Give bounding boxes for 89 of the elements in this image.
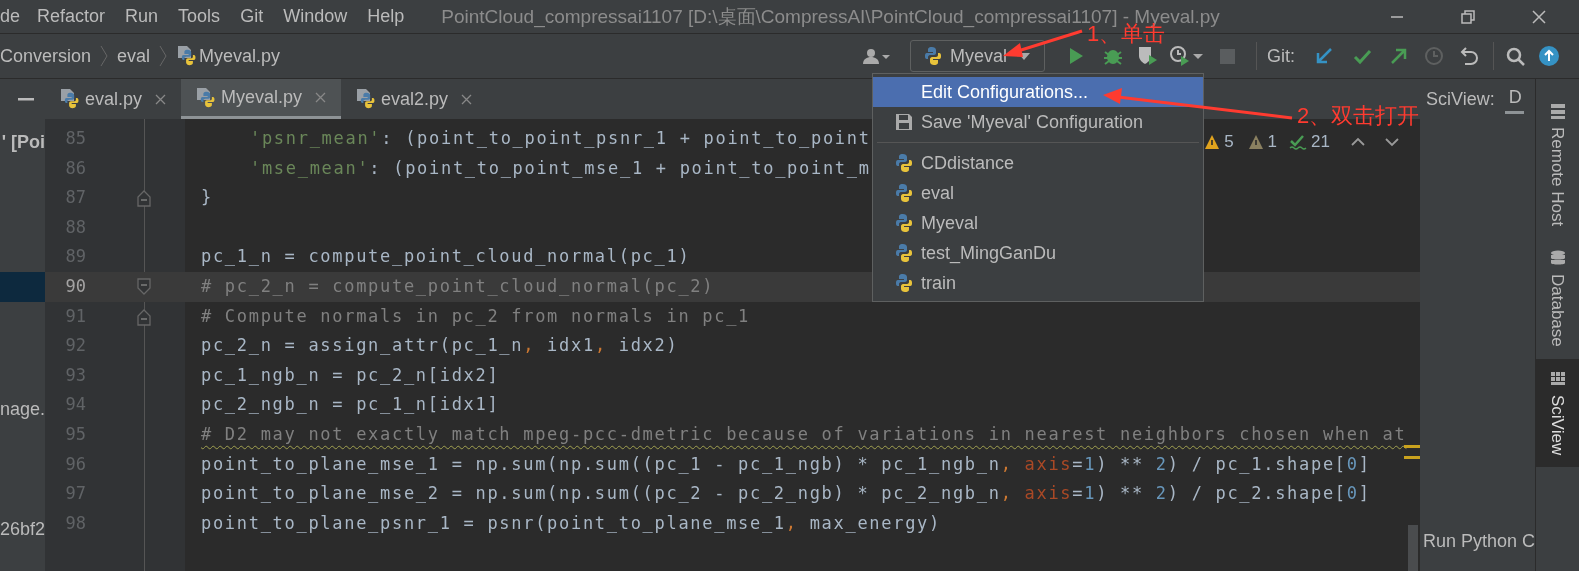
menu-item[interactable]: Refactor bbox=[37, 3, 106, 30]
menu-item[interactable]: Git bbox=[240, 3, 264, 30]
warning-count: 5 bbox=[1224, 131, 1234, 153]
typo-count: 21 bbox=[1311, 131, 1330, 153]
push-arrow-icon[interactable] bbox=[1390, 47, 1408, 65]
database-icon bbox=[1549, 250, 1566, 267]
code-line: 'psnr_mean': (point_to_point_psnr_1 + point_to_point bbox=[250, 127, 871, 151]
python-file-icon bbox=[176, 45, 197, 67]
line-number: 90 bbox=[64, 275, 86, 298]
menu-item[interactable]: Help bbox=[367, 3, 405, 30]
tree-item[interactable]: ' [Poi bbox=[0, 127, 45, 157]
menu-item[interactable]: Myeval bbox=[873, 208, 1203, 238]
grid-icon bbox=[1549, 371, 1566, 387]
python-icon bbox=[895, 153, 913, 173]
panel-tab[interactable]: D bbox=[1504, 84, 1524, 114]
save-icon bbox=[895, 113, 913, 131]
menu-item[interactable]: Run bbox=[125, 3, 159, 30]
menu-item[interactable]: Window bbox=[283, 3, 348, 30]
search-icon[interactable] bbox=[1506, 46, 1525, 66]
code-line: pc_1_n = compute_point_cloud_normal(pc_1) bbox=[201, 245, 691, 269]
close-icon[interactable] bbox=[1531, 8, 1547, 25]
code-line: point_to_plane_mse_2 = np.sum(np.sum((pc_2 - pc_2_ngb) * pc_2_ngb_n, axis=1) ** 2) / pc_2.shape[0] bbox=[201, 482, 1371, 506]
python-icon bbox=[895, 273, 913, 293]
breadcrumb-item[interactable]: Conversion bbox=[0, 42, 92, 70]
undo-icon[interactable] bbox=[1460, 46, 1479, 66]
server-icon bbox=[1549, 103, 1566, 119]
editor-tab[interactable]: Myeval.py bbox=[181, 79, 342, 119]
weak-warning-icon[interactable] bbox=[1247, 133, 1264, 150]
side-tab[interactable]: SciView bbox=[1536, 359, 1579, 468]
annotation-text: 2、双击打开 bbox=[1297, 105, 1420, 127]
code-line: } bbox=[201, 186, 213, 210]
code-line: point_to_plane_mse_1 = np.sum(np.sum((pc_1 - pc_1_ngb) * pc_1_ngb_n, axis=1) ** 2) / pc_1.shape[0] bbox=[201, 452, 1371, 476]
code-line: # D2 may not exactly match mpeg-pcc-dmetric because of variations in nearest neighbors chosen when at bbox=[201, 423, 1407, 446]
python-icon bbox=[923, 46, 942, 66]
breadcrumb-item[interactable]: eval bbox=[117, 42, 151, 70]
scrollbar-thumb[interactable] bbox=[1408, 525, 1418, 571]
tree-item[interactable]: nage. bbox=[0, 394, 45, 424]
warning-icon[interactable] bbox=[1204, 133, 1221, 150]
fold-marker-icon[interactable] bbox=[137, 277, 151, 296]
git-label: Git: bbox=[1267, 44, 1295, 68]
previous-icon[interactable] bbox=[1350, 135, 1366, 148]
python-icon bbox=[895, 213, 913, 233]
side-tab[interactable]: Remote Host bbox=[1536, 91, 1579, 239]
commit-check-icon[interactable] bbox=[1353, 47, 1372, 65]
breadcrumb-item[interactable]: Myeval.py bbox=[199, 42, 281, 70]
menu-item[interactable]: Tools bbox=[178, 3, 221, 30]
python-file-icon bbox=[195, 86, 216, 109]
update-icon[interactable] bbox=[1539, 46, 1559, 66]
menu-item[interactable]: Edit Configurations... bbox=[873, 77, 1203, 107]
coverage-icon[interactable] bbox=[1137, 45, 1157, 67]
side-tab[interactable]: Database bbox=[1536, 238, 1579, 359]
menu-item[interactable]: eval bbox=[873, 178, 1203, 208]
update-arrow-icon[interactable] bbox=[1315, 47, 1333, 65]
menu-item[interactable]: CDdistance bbox=[873, 148, 1203, 178]
python-icon bbox=[895, 183, 913, 203]
menu-item[interactable]: train bbox=[873, 268, 1203, 298]
code-line: # Compute normals in pc_2 from normals in pc_1 bbox=[201, 304, 750, 328]
code-line: # pc_2_n = compute_point_cloud_normal(pc_2) bbox=[201, 275, 715, 298]
chevron-icon bbox=[158, 44, 169, 68]
fold-marker-icon[interactable] bbox=[137, 307, 151, 326]
chevron-icon bbox=[99, 44, 110, 68]
menu-item[interactable]: Save 'Myeval' Configuration bbox=[873, 107, 1203, 137]
python-file-icon bbox=[355, 88, 376, 110]
typo-check-icon[interactable] bbox=[1289, 133, 1308, 151]
python-icon bbox=[895, 243, 913, 263]
run-python-console-label[interactable]: Run Python C bbox=[1423, 531, 1535, 551]
menu-item[interactable]: de bbox=[0, 3, 21, 30]
profile-icon[interactable] bbox=[1169, 45, 1203, 67]
close-icon[interactable] bbox=[460, 92, 474, 106]
history-icon bbox=[1424, 46, 1444, 66]
python-file-icon bbox=[59, 88, 79, 110]
hide-panel-icon[interactable] bbox=[18, 97, 34, 101]
close-icon[interactable] bbox=[154, 92, 168, 106]
user-icon[interactable] bbox=[861, 47, 890, 65]
run-configuration-combo[interactable]: Myeval bbox=[909, 40, 1045, 72]
code-line: pc_2_ngb_n = pc_1_n[idx1] bbox=[201, 393, 500, 417]
fold-marker-icon[interactable] bbox=[137, 189, 151, 208]
code-line: pc_1_ngb_n = pc_2_n[idx2] bbox=[201, 363, 500, 387]
next-icon[interactable] bbox=[1384, 135, 1400, 148]
code-line: pc_2_n = assign_attr(pc_1_n, idx1, idx2) bbox=[201, 334, 679, 358]
restore-icon[interactable] bbox=[1460, 8, 1476, 25]
weak-warning-count: 1 bbox=[1267, 131, 1278, 153]
panel-title: SciView: bbox=[1426, 87, 1495, 111]
run-icon[interactable] bbox=[1067, 46, 1085, 66]
code-line: point_to_plane_psnr_1 = psnr(point_to_plane_mse_1, max_energy) bbox=[201, 511, 941, 535]
code-line: 'mse_mean': (point_to_point_mse_1 + point_to_point_m bbox=[250, 156, 871, 180]
menu-item[interactable]: test_MingGanDu bbox=[873, 238, 1203, 268]
tree-item[interactable]: 26bf2 bbox=[0, 514, 45, 544]
stop-icon bbox=[1219, 47, 1236, 65]
